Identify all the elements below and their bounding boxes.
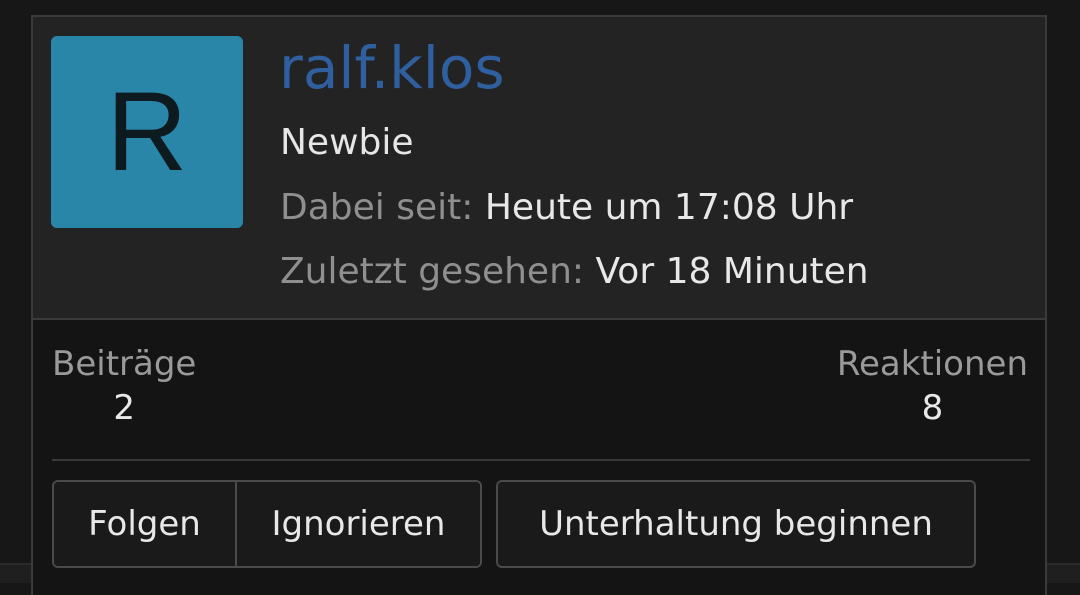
username-link[interactable]: ralf.klos [279, 35, 505, 101]
joined-value: Heute um 17:08 Uhr [484, 187, 854, 228]
reactions-label: Reaktionen [836, 344, 1028, 384]
reactions-stat: Reaktionen 8 [837, 343, 1028, 431]
avatar[interactable]: R [51, 36, 243, 228]
posts-label: Beiträge [52, 344, 197, 384]
last-seen-info: Zuletzt gesehen: Vor 18 Minuten [280, 250, 869, 294]
divider [52, 459, 1030, 461]
reactions-count: 8 [921, 388, 944, 428]
posts-count[interactable]: 2 [52, 385, 196, 431]
last-seen-value: Vor 18 Minuten [595, 251, 869, 292]
last-seen-label: Zuletzt gesehen: [280, 251, 585, 292]
member-tooltip-card: R ralf.klos Newbie Dabei seit: Heute um … [31, 15, 1047, 595]
follow-ignore-button-group: Folgen Ignorieren [52, 480, 482, 568]
posts-stat: Beiträge 2 [52, 343, 196, 431]
ignore-button[interactable]: Ignorieren [237, 482, 480, 566]
member-header: R ralf.klos Newbie Dabei seit: Heute um … [33, 17, 1045, 320]
avatar-letter: R [106, 69, 188, 194]
start-conversation-button[interactable]: Unterhaltung beginnen [496, 480, 976, 568]
joined-label: Dabei seit: [280, 187, 474, 228]
joined-info: Dabei seit: Heute um 17:08 Uhr [280, 186, 853, 230]
user-title: Newbie [280, 122, 414, 163]
follow-button[interactable]: Folgen [54, 482, 237, 566]
